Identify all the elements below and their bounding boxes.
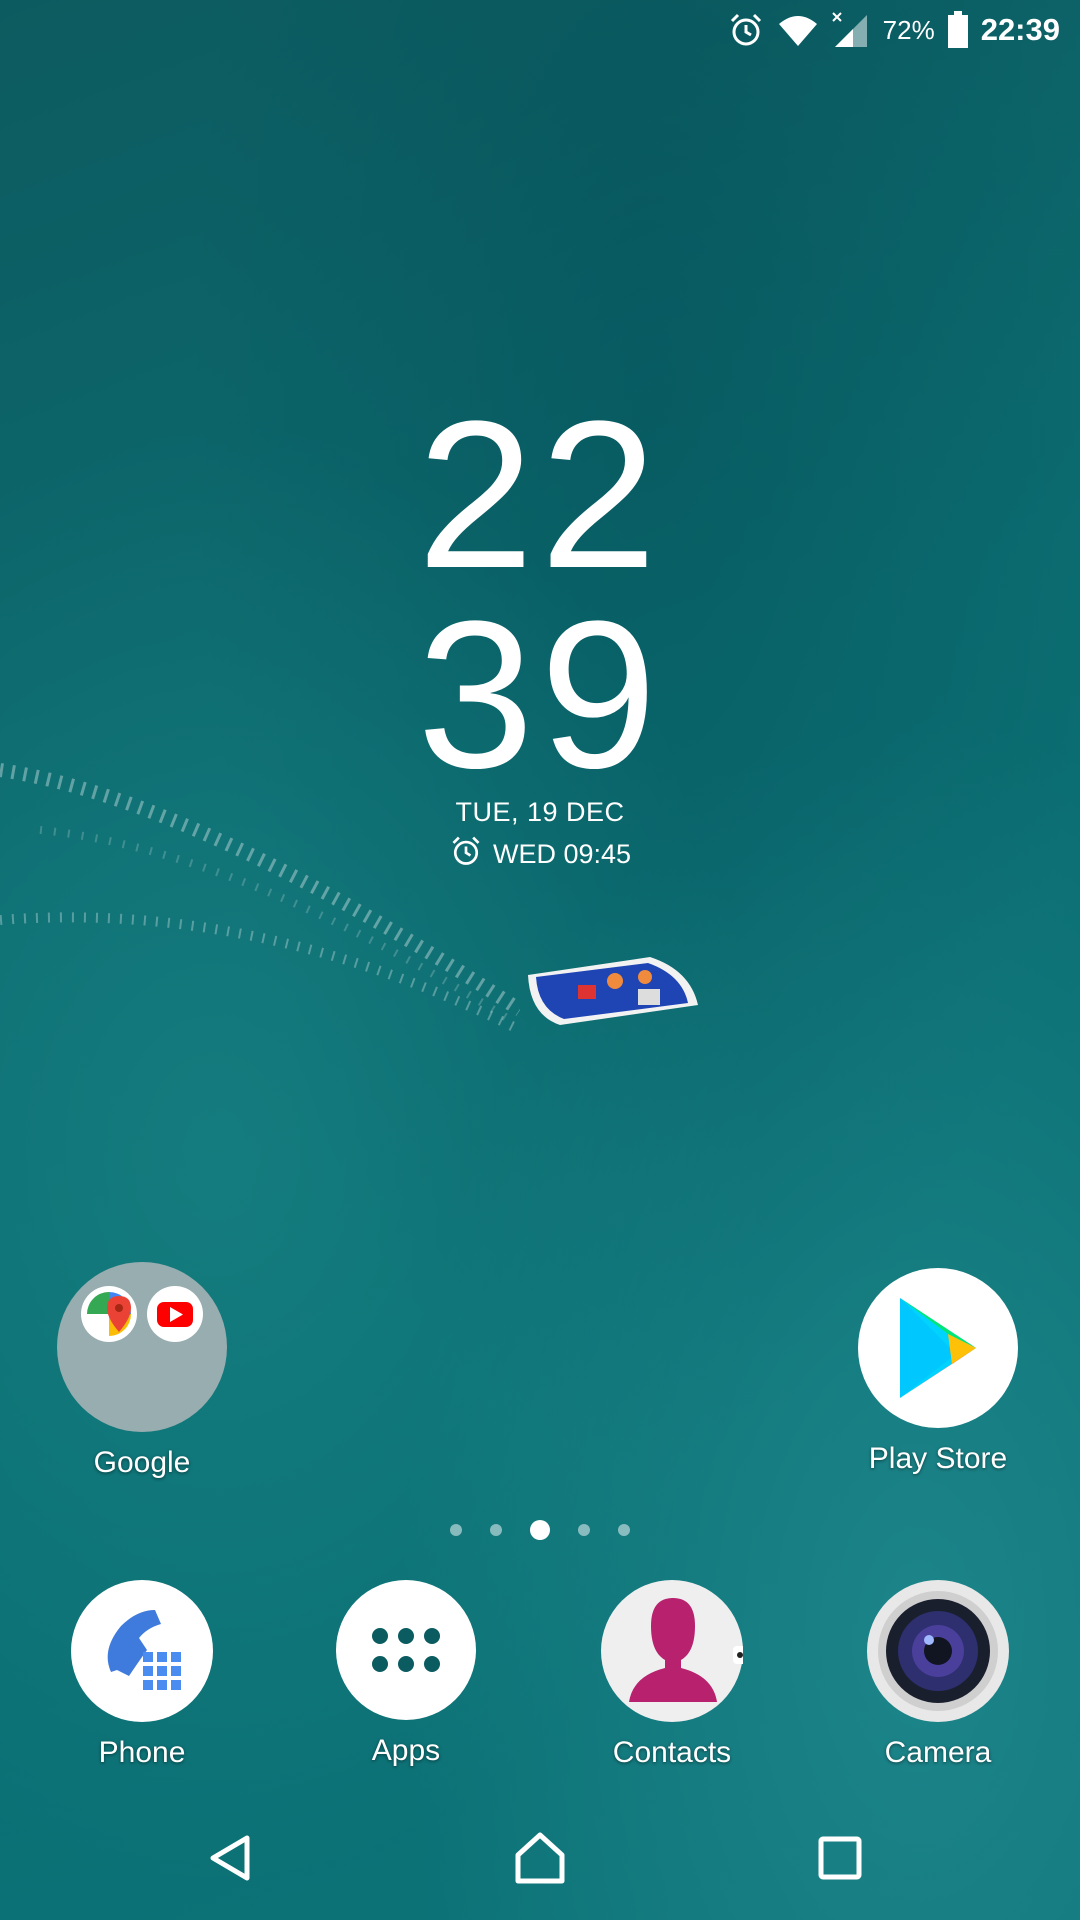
status-bar: 72% 22:39 [0, 0, 1080, 62]
status-time: 22:39 [980, 12, 1060, 47]
app-label: Camera [884, 1736, 992, 1769]
app-label: Contacts [612, 1736, 732, 1769]
contacts-icon [601, 1580, 753, 1722]
recents-button[interactable] [800, 1820, 880, 1900]
apps-grid-icon [336, 1580, 476, 1720]
back-icon [205, 1833, 255, 1888]
google-folder[interactable]: Google [42, 1262, 242, 1480]
camera-app[interactable]: Camera [838, 1580, 1038, 1770]
clock-date: TUE, 19 DEC [455, 797, 625, 827]
alarm-icon [727, 11, 765, 49]
contacts-app[interactable]: Contacts [572, 1580, 772, 1770]
page-dot[interactable] [618, 1524, 630, 1536]
navigation-bar [0, 1790, 1080, 1920]
clock-hours: 22 [417, 377, 663, 612]
home-icon [512, 1831, 568, 1890]
page-dot[interactable] [450, 1524, 462, 1536]
clock-widget[interactable]: 22 39 TUE, 19 DEC WED 09:45 [0, 377, 1080, 875]
camera-icon [867, 1580, 1009, 1722]
page-dot[interactable] [490, 1524, 502, 1536]
play-store-icon [858, 1268, 1018, 1428]
battery-percent: 72% [882, 14, 935, 45]
page-indicator [0, 1520, 1080, 1540]
next-alarm-text: WED 09:45 [492, 839, 632, 869]
apps-drawer[interactable]: Apps [306, 1580, 506, 1768]
alarm-clock-icon [449, 834, 483, 875]
back-button[interactable] [190, 1820, 270, 1900]
signal-icon [831, 11, 871, 49]
phone-app[interactable]: Phone [42, 1580, 242, 1770]
wifi-icon [777, 12, 819, 48]
home-button[interactable] [500, 1820, 580, 1900]
wallpaper-boat [528, 957, 698, 1025]
clock-minutes: 39 [417, 577, 663, 812]
app-label: Apps [371, 1734, 441, 1767]
phone-icon [71, 1580, 213, 1722]
battery-icon [947, 11, 969, 49]
app-label: Phone [98, 1736, 186, 1769]
recents-icon [817, 1835, 863, 1886]
next-alarm: WED 09:45 [0, 834, 1080, 875]
page-dot[interactable] [578, 1524, 590, 1536]
page-dot-active[interactable] [530, 1520, 550, 1540]
google-folder-icon [57, 1262, 227, 1432]
play-store-app[interactable]: Play Store [838, 1268, 1038, 1476]
app-label: Play Store [868, 1442, 1008, 1475]
app-label: Google [93, 1446, 191, 1479]
